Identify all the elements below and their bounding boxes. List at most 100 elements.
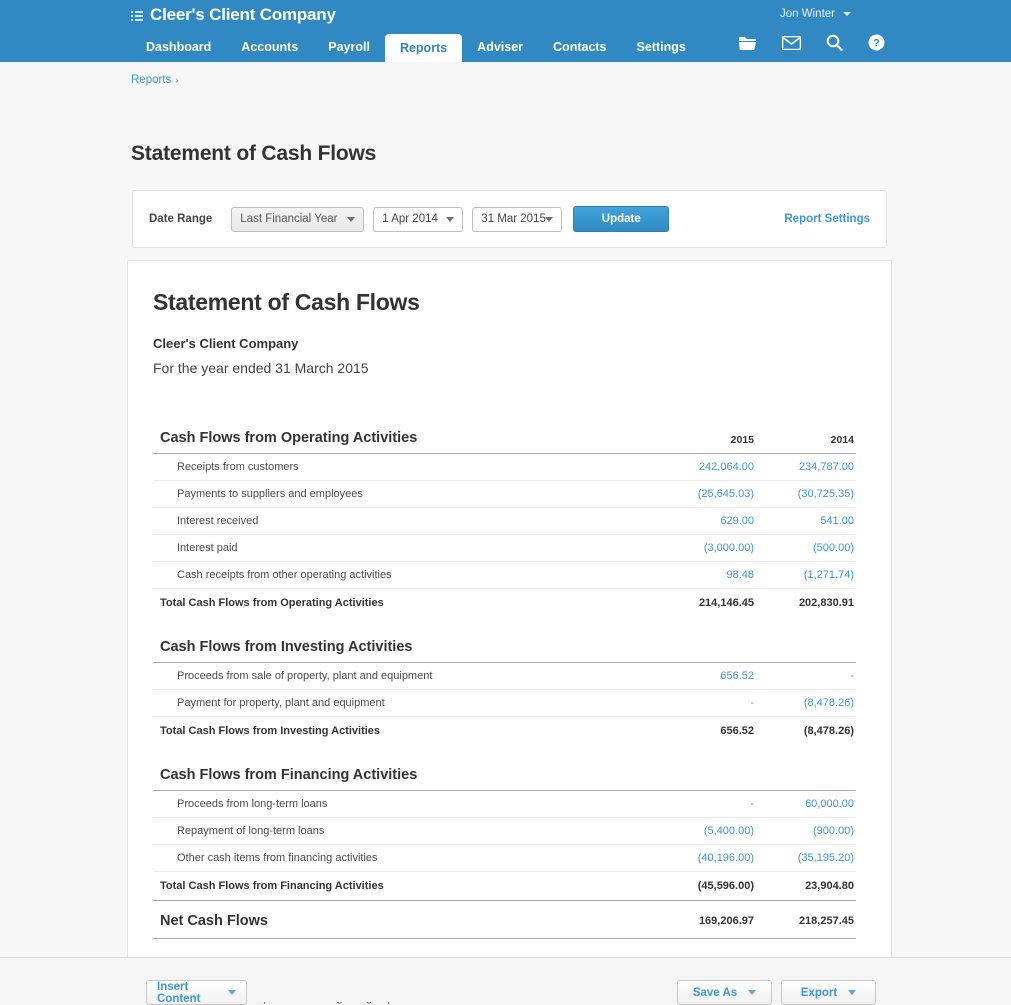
row-value-2015[interactable]: 98.48 [656, 562, 756, 589]
section-total-financing: Total Cash Flows from Financing Activiti… [153, 872, 856, 901]
section-header-operating: Cash Flows from Operating Activities 201… [153, 424, 856, 454]
total-value-2015: 656.52 [656, 717, 756, 746]
row-value-2015[interactable]: (25,645.03) [656, 481, 756, 508]
row-value-2014[interactable]: (30,725.35) [756, 481, 856, 508]
nav-item-payroll[interactable]: Payroll [313, 34, 385, 62]
nav-item-contacts[interactable]: Contacts [538, 34, 621, 62]
help-icon[interactable]: ? [868, 34, 885, 56]
export-button[interactable]: Export [781, 980, 876, 1005]
section-title: Cash Flows from Financing Activities [153, 745, 656, 791]
date-range-label: Date Range [149, 213, 212, 225]
insert-content-button[interactable]: Insert Content [146, 980, 247, 1005]
row-value-2015[interactable]: - [656, 791, 756, 818]
total-value-2014: 202,830.91 [756, 589, 856, 618]
row-value-2014[interactable]: 234,787.00 [756, 454, 856, 481]
top-nav-icon-group: ? [738, 34, 885, 56]
row-value-2015[interactable]: 629.00 [656, 508, 756, 535]
row-value-2014[interactable]: (1,271.74) [756, 562, 856, 589]
brand[interactable]: Cleer's Client Company [131, 5, 336, 25]
section-title: Cash Flows from Operating Activities [153, 424, 656, 454]
nav-item-settings[interactable]: Settings [622, 34, 701, 62]
top-navigation-bar: Cleer's Client Company Jon Winter Dashbo… [0, 0, 1011, 62]
section-total-operating: Total Cash Flows from Operating Activiti… [153, 589, 856, 618]
column-header-2014: 2014 [756, 424, 856, 454]
table-row[interactable]: Interest received 629.00 541.00 [153, 508, 856, 535]
table-row[interactable]: Proceeds from long-term loans - 60,000.0… [153, 791, 856, 818]
row-label: Proceeds from sale of property, plant an… [153, 663, 656, 690]
breadcrumb-separator: › [175, 75, 178, 86]
row-value-2014[interactable]: (8,478.26) [756, 690, 856, 717]
chevron-down-icon [848, 990, 856, 995]
total-label: Total Cash Flows from Financing Activiti… [153, 872, 656, 901]
table-row[interactable]: Payments to suppliers and employees (25,… [153, 481, 856, 508]
row-value-2014[interactable]: (35,195.20) [756, 845, 856, 872]
row-value-2014[interactable]: (900.00) [756, 818, 856, 845]
row-value-2014[interactable]: (500.00) [756, 535, 856, 562]
row-value-2015[interactable]: - [656, 690, 756, 717]
export-label: Export [801, 987, 837, 999]
section-header-investing: Cash Flows from Investing Activities [153, 617, 856, 663]
net-cash-flows-2014: 218,257.45 [756, 901, 856, 939]
footer-toolbar: Insert Content Save As Export [0, 957, 1011, 1002]
total-value-2014: (8,478.26) [756, 717, 856, 746]
chevron-down-icon [545, 217, 553, 222]
user-menu-label: Jon Winter [780, 8, 835, 20]
brand-label: Cleer's Client Company [150, 5, 336, 25]
filter-toolbar: Date Range Last Financial Year 1 Apr 201… [132, 190, 887, 248]
cash-flow-table: Cash Flows from Operating Activities 201… [153, 424, 856, 1005]
report-card: Statement of Cash Flows Cleer's Client C… [127, 260, 892, 995]
update-button[interactable]: Update [573, 206, 669, 232]
total-value-2015: 214,146.45 [656, 589, 756, 618]
table-row[interactable]: Receipts from customers 242,064.00 234,7… [153, 454, 856, 481]
chevron-down-icon [347, 217, 355, 222]
user-menu[interactable]: Jon Winter [780, 8, 851, 20]
date-range-select[interactable]: Last Financial Year [231, 207, 364, 232]
row-value-2015[interactable]: (5,400.00) [656, 818, 756, 845]
nav-item-adviser[interactable]: Adviser [462, 34, 538, 62]
save-as-label: Save As [693, 987, 737, 999]
row-label: Interest paid [153, 535, 656, 562]
breadcrumb-item-reports[interactable]: Reports [131, 74, 171, 86]
row-value-2014[interactable]: 541.00 [756, 508, 856, 535]
table-row[interactable]: Repayment of long-term loans (5,400.00) … [153, 818, 856, 845]
row-label: Cash receipts from other operating activ… [153, 562, 656, 589]
folder-icon[interactable] [738, 35, 757, 56]
report-settings-link[interactable]: Report Settings [784, 213, 870, 225]
nav-item-reports[interactable]: Reports [385, 34, 462, 62]
date-from-select[interactable]: 1 Apr 2014 [373, 207, 463, 232]
row-value-2015[interactable]: 656.52 [656, 663, 756, 690]
section-total-investing: Total Cash Flows from Investing Activiti… [153, 717, 856, 746]
nav-item-dashboard[interactable]: Dashboard [131, 34, 226, 62]
envelope-icon[interactable] [782, 36, 801, 55]
table-row[interactable]: Proceeds from sale of property, plant an… [153, 663, 856, 690]
chevron-down-icon [748, 990, 756, 995]
table-row[interactable]: Cash receipts from other operating activ… [153, 562, 856, 589]
row-value-2014[interactable]: 60,000.00 [756, 791, 856, 818]
date-to-value: 31 Mar 2015 [481, 213, 546, 225]
row-value-2015[interactable]: (3,000.00) [656, 535, 756, 562]
date-to-select[interactable]: 31 Mar 2015 [472, 207, 562, 232]
page-title: Statement of Cash Flows [131, 142, 376, 166]
nav-item-accounts[interactable]: Accounts [226, 34, 313, 62]
save-as-button[interactable]: Save As [677, 980, 772, 1005]
insert-content-label: Insert Content [157, 981, 217, 1005]
net-cash-flows-2015: 169,206.97 [656, 901, 756, 939]
total-label: Total Cash Flows from Investing Activiti… [153, 717, 656, 746]
date-range-select-value: Last Financial Year [240, 213, 337, 225]
table-row[interactable]: Interest paid (3,000.00) (500.00) [153, 535, 856, 562]
total-label: Total Cash Flows from Operating Activiti… [153, 589, 656, 618]
total-value-2014: 23,904.80 [756, 872, 856, 901]
row-value-2015[interactable]: 242,064.00 [656, 454, 756, 481]
row-label: Repayment of long-term loans [153, 818, 656, 845]
net-cash-flows-row: Net Cash Flows 169,206.97 218,257.45 [153, 901, 856, 939]
row-value-2015[interactable]: (40,196.00) [656, 845, 756, 872]
row-label: Payment for property, plant and equipmen… [153, 690, 656, 717]
table-row[interactable]: Payment for property, plant and equipmen… [153, 690, 856, 717]
row-value-2014[interactable]: - [756, 663, 856, 690]
column-header-2015: 2015 [656, 424, 756, 454]
report-period: For the year ended 31 March 2015 [153, 360, 866, 376]
row-label: Receipts from customers [153, 454, 656, 481]
table-row[interactable]: Other cash items from financing activiti… [153, 845, 856, 872]
search-icon[interactable] [826, 34, 843, 56]
list-icon [131, 11, 143, 22]
